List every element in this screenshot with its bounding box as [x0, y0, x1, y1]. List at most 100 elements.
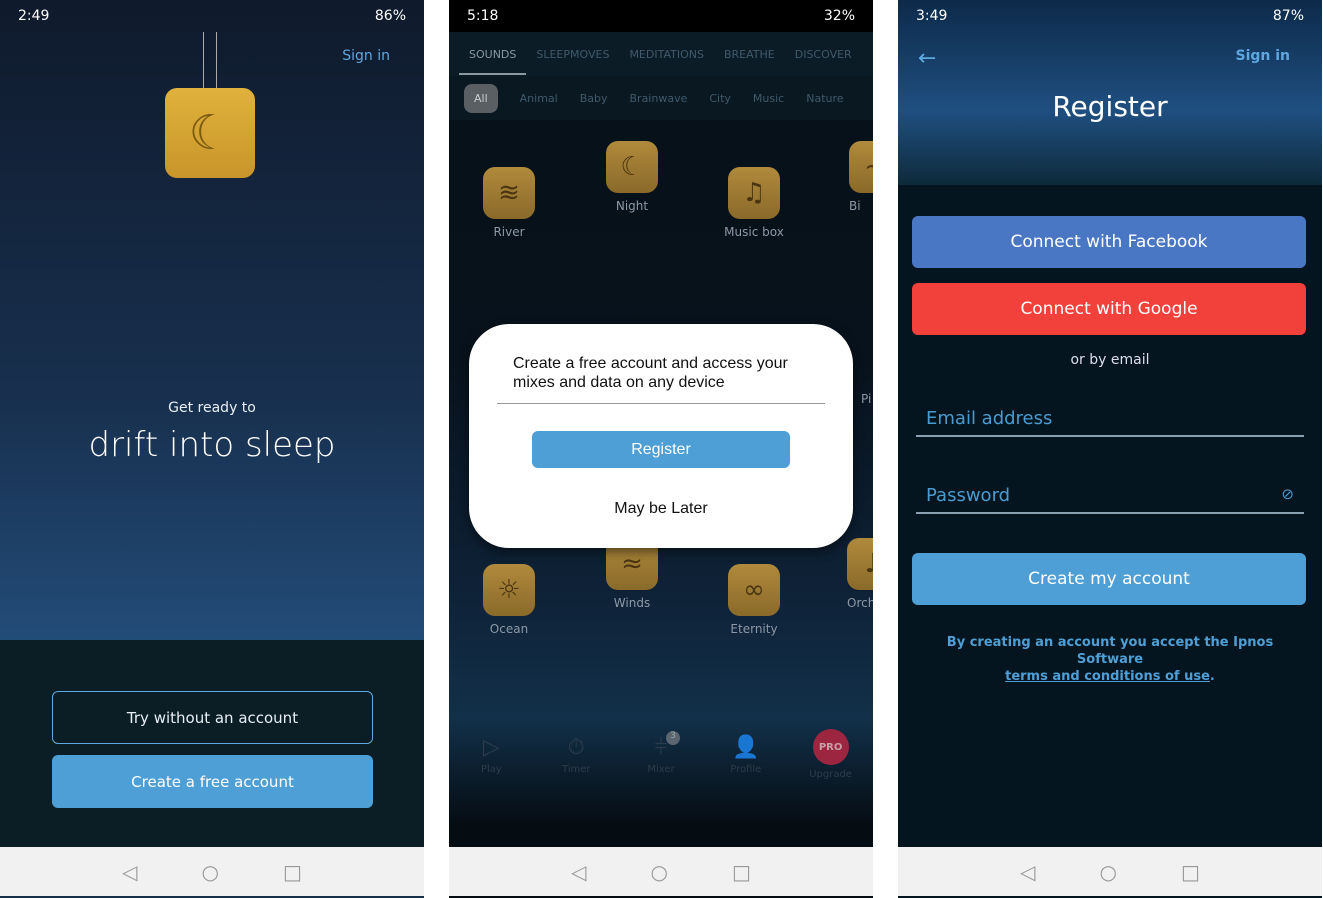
- sound-label: Bi: [849, 199, 861, 213]
- create-account-button[interactable]: Create my account: [912, 553, 1306, 605]
- dialog-message: Create a free account and access your mi…: [513, 355, 788, 391]
- nav-upgrade[interactable]: PRO Upgrade: [801, 729, 861, 780]
- sound-label: Orch: [847, 596, 873, 610]
- category-tabs: SOUNDS SLEEPMOVES MEDITATIONS BREATHE DI…: [449, 32, 873, 76]
- infinity-icon: ∞: [728, 564, 780, 616]
- sounds-screen: 5:18 32% SOUNDS SLEEPMOVES MEDITATIONS BR…: [449, 0, 873, 898]
- nav-timer[interactable]: ⏱ Timer: [546, 735, 606, 780]
- sound-label: Pi: [861, 392, 872, 406]
- page-title: Register: [1052, 90, 1168, 123]
- sound-label: Ocean: [489, 622, 529, 636]
- tab-discover[interactable]: DISCOVER: [785, 48, 862, 61]
- back-icon[interactable]: ◁: [122, 860, 137, 884]
- chip-city[interactable]: City: [709, 92, 731, 105]
- chip-baby[interactable]: Baby: [580, 92, 608, 105]
- back-arrow-icon[interactable]: ←: [918, 46, 936, 71]
- connect-google-button[interactable]: Connect with Google: [912, 283, 1306, 335]
- mixer-badge: 3: [665, 731, 680, 745]
- sign-in-link[interactable]: Sign in: [342, 48, 390, 64]
- connect-facebook-button[interactable]: Connect with Facebook: [912, 216, 1306, 268]
- try-without-account-button[interactable]: Try without an account: [52, 691, 373, 744]
- recents-icon[interactable]: □: [732, 860, 751, 884]
- sound-label: River: [493, 225, 525, 239]
- sun-ocean-icon: ☼: [483, 564, 535, 616]
- profile-icon: 👤: [732, 735, 760, 760]
- play-icon: ▷: [482, 735, 500, 760]
- email-placeholder: Email address: [926, 408, 1053, 429]
- nav-label: Timer: [561, 764, 591, 775]
- home-icon[interactable]: ○: [1100, 860, 1117, 884]
- sound-music-box[interactable]: ♫ Music box: [714, 167, 794, 239]
- timer-icon: ⏱: [567, 735, 585, 760]
- status-bar: 3:49 87%: [898, 0, 1322, 32]
- sign-in-link[interactable]: Sign in: [1235, 48, 1290, 64]
- bird-icon: ~: [849, 141, 873, 193]
- system-nav-bar: ◁ ○ □: [0, 847, 424, 896]
- moon-icon: ☾: [606, 141, 658, 193]
- battery-level: 32%: [823, 8, 855, 24]
- recents-icon[interactable]: □: [283, 860, 302, 884]
- sound-label: Eternity: [730, 622, 778, 636]
- email-field[interactable]: Email address: [916, 408, 1304, 437]
- status-time: 2:49: [18, 8, 50, 24]
- terms-link[interactable]: terms and conditions of use: [1005, 669, 1210, 684]
- battery-level: 87%: [1272, 8, 1304, 24]
- register-button[interactable]: Register: [532, 431, 790, 468]
- status-time: 5:18: [467, 8, 499, 24]
- terms-suffix: .: [1209, 669, 1215, 684]
- password-placeholder: Password: [926, 485, 1011, 506]
- eye-slash-icon[interactable]: ⊘: [1281, 485, 1294, 506]
- terms-prefix: By creating an account you accept the Ip…: [946, 635, 1274, 667]
- password-field[interactable]: Password ⊘: [916, 485, 1304, 514]
- chip-all[interactable]: All: [464, 83, 498, 113]
- create-free-account-button[interactable]: Create a free account: [52, 755, 373, 808]
- tab-breathe[interactable]: BREATHE: [714, 48, 785, 61]
- nav-label: Upgrade: [809, 769, 852, 780]
- back-icon[interactable]: ◁: [571, 860, 586, 884]
- or-by-email-label: or by email: [1070, 352, 1150, 368]
- status-bar: 5:18 32%: [449, 0, 873, 32]
- welcome-screen: 2:49 86% Sign in ☾ Get ready to drift int…: [0, 0, 424, 898]
- tab-sleepmoves[interactable]: SLEEPMOVES: [526, 48, 619, 61]
- sound-night[interactable]: ☾ Night: [592, 141, 672, 213]
- back-icon[interactable]: ◁: [1020, 860, 1035, 884]
- sound-label: Winds: [613, 596, 651, 610]
- tab-sounds[interactable]: SOUNDS: [459, 34, 527, 75]
- nav-play[interactable]: ▷ Play: [461, 735, 521, 780]
- sound-partial[interactable]: ~ Bi: [821, 141, 873, 213]
- hanging-strings: [203, 32, 217, 92]
- sound-eternity[interactable]: ∞ Eternity: [714, 564, 794, 636]
- orchestra-icon: ♪: [847, 538, 873, 590]
- nav-profile[interactable]: 👤 Profile: [716, 735, 776, 780]
- recents-icon[interactable]: □: [1181, 860, 1200, 884]
- status-time: 3:49: [916, 8, 948, 24]
- chip-animal[interactable]: Animal: [520, 92, 558, 105]
- chip-brainwave[interactable]: Brainwave: [630, 92, 688, 105]
- sound-river[interactable]: ≋ River: [469, 167, 549, 239]
- register-dialog: Create a free account and access your mi…: [469, 324, 853, 548]
- bottom-nav: ▷ Play ⏱ Timer ⫩ 3 Mixer 👤 Profile PRO Upgrade: [449, 729, 873, 780]
- nav-label: Mixer: [647, 764, 675, 775]
- home-icon[interactable]: ○: [651, 860, 668, 884]
- filter-chips: All Animal Baby Brainwave City Music Nat…: [449, 76, 873, 120]
- battery-level: 86%: [374, 8, 406, 24]
- home-icon[interactable]: ○: [202, 860, 219, 884]
- sound-ocean[interactable]: ☼ Ocean: [469, 564, 549, 636]
- chip-music[interactable]: Music: [753, 92, 784, 105]
- system-nav-bar: ◁ ○ □: [449, 847, 873, 896]
- maybe-later-button[interactable]: May be Later: [469, 500, 853, 518]
- waves-icon: ≋: [483, 167, 535, 219]
- sound-label: Music box: [724, 225, 784, 239]
- sound-label: Night: [615, 199, 649, 213]
- sound-partial[interactable]: ♪ Orch: [821, 538, 873, 610]
- music-box-icon: ♫: [728, 167, 780, 219]
- sound-winds[interactable]: ≈ Winds: [592, 538, 672, 610]
- nav-label: Profile: [730, 764, 762, 775]
- chip-nature[interactable]: Nature: [806, 92, 843, 105]
- tab-meditations[interactable]: MEDITATIONS: [619, 48, 714, 61]
- dialog-divider: [497, 403, 825, 404]
- tagline-small: Get ready to: [168, 400, 256, 416]
- nav-mixer[interactable]: ⫩ 3 Mixer: [631, 731, 691, 780]
- tagline-large: drift into sleep: [88, 425, 336, 465]
- register-screen: 3:49 87% ← Sign in Register Connect with …: [898, 0, 1322, 898]
